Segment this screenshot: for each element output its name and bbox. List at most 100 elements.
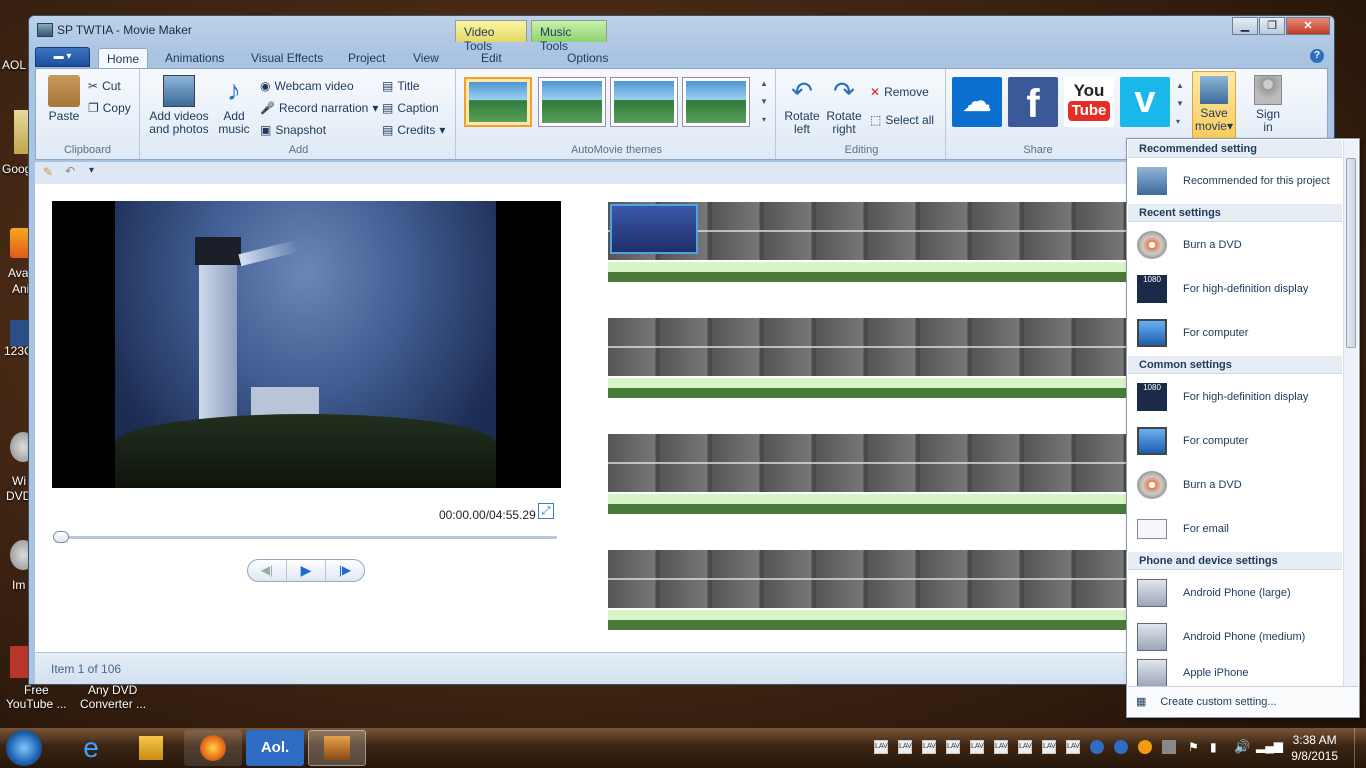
youtube-icon[interactable]: You Tube bbox=[1064, 77, 1114, 127]
copy-button[interactable]: ❐ Copy bbox=[88, 101, 131, 115]
play-button[interactable]: ▶ bbox=[286, 560, 326, 581]
clip-strip-4[interactable] bbox=[608, 550, 1128, 608]
update-tray-icon[interactable] bbox=[1138, 740, 1152, 754]
volume-icon[interactable]: 🔊 bbox=[1234, 739, 1250, 755]
customize-toolbar-icon[interactable]: ▾ bbox=[89, 165, 94, 176]
theme-thumbnail-2[interactable] bbox=[538, 77, 606, 127]
rotate-left-button[interactable]: ↶ Rotate left bbox=[782, 75, 822, 136]
aol-taskbar-button[interactable]: Aol. bbox=[246, 730, 304, 766]
title-button[interactable]: ▤ Title bbox=[382, 79, 420, 93]
sign-in-button[interactable]: Sign in bbox=[1248, 75, 1288, 134]
add-music-button[interactable]: ♪ Add music bbox=[214, 75, 254, 136]
paste-button[interactable]: Paste bbox=[44, 75, 84, 123]
theme-thumbnail-4[interactable] bbox=[682, 77, 750, 127]
usb-icon[interactable]: ▮ bbox=[1210, 740, 1217, 754]
menu-item-hd-display[interactable]: 1080 For high-definition display bbox=[1128, 375, 1342, 419]
menu-item-android-medium[interactable]: Android Phone (medium) bbox=[1128, 615, 1342, 659]
selected-clip[interactable] bbox=[610, 204, 698, 254]
desktop-label-im[interactable]: Im bbox=[12, 578, 25, 592]
audio-track-4[interactable] bbox=[608, 610, 1128, 630]
menu-item-email[interactable]: For email bbox=[1128, 507, 1342, 551]
file-menu-button[interactable]: ▬ ▾ bbox=[35, 47, 90, 67]
menu-item-recommended[interactable]: Recommended for this project bbox=[1128, 159, 1342, 203]
menu-item-hd-display-recent[interactable]: 1080 For high-definition display bbox=[1128, 267, 1342, 311]
next-frame-button[interactable]: |▶ bbox=[326, 560, 364, 581]
tab-view[interactable]: View bbox=[405, 48, 447, 68]
menu-item-android-large[interactable]: Android Phone (large) bbox=[1128, 571, 1342, 615]
movie-maker-app-icon[interactable] bbox=[37, 23, 53, 37]
lav-tray-icon[interactable]: LAV bbox=[1066, 740, 1080, 754]
desktop-label-ava[interactable]: Ava bbox=[8, 266, 28, 280]
menu-item-computer-recent[interactable]: For computer bbox=[1128, 311, 1342, 355]
tab-animations[interactable]: Animations bbox=[157, 48, 232, 68]
firefox-icon[interactable] bbox=[184, 730, 242, 766]
create-custom-setting[interactable]: ▦ Create custom setting... bbox=[1128, 686, 1358, 716]
remove-button[interactable]: ✕ Remove bbox=[870, 85, 929, 99]
close-button[interactable]: ✕ bbox=[1286, 17, 1330, 35]
fullscreen-icon[interactable]: ⤢ bbox=[538, 503, 554, 519]
show-desktop-button[interactable] bbox=[1354, 728, 1366, 768]
desktop-label-free[interactable]: Free bbox=[24, 683, 49, 697]
menu-item-apple-iphone[interactable]: Apple iPhone bbox=[1128, 659, 1342, 687]
clip-strip-3[interactable] bbox=[608, 434, 1128, 492]
cut-button[interactable]: ✂ Cut bbox=[88, 79, 121, 93]
menu-item-computer[interactable]: For computer bbox=[1128, 419, 1342, 463]
clip-strip-1[interactable] bbox=[608, 202, 1128, 260]
desktop-icon-aol[interactable]: AOL bbox=[2, 58, 26, 72]
previous-frame-button[interactable]: ◀| bbox=[248, 560, 286, 581]
gallery-scroll-icon[interactable]: ▲ ▼ ▾ bbox=[758, 75, 770, 129]
tab-options[interactable]: Options bbox=[559, 48, 616, 68]
maximize-button[interactable]: ❐ bbox=[1259, 17, 1285, 35]
webcam-video-button[interactable]: ◉ Webcam video bbox=[260, 79, 354, 93]
menu-item-burn-dvd[interactable]: Burn a DVD bbox=[1128, 463, 1342, 507]
menu-item-burn-dvd-recent[interactable]: Burn a DVD bbox=[1128, 223, 1342, 267]
aol-tray-icon[interactable] bbox=[1114, 740, 1128, 754]
credits-button[interactable]: ▤ Credits ▾ bbox=[382, 123, 445, 137]
rotate-right-button[interactable]: ↷ Rotate right bbox=[824, 75, 864, 136]
app-taskbar-button[interactable] bbox=[308, 730, 366, 766]
desktop-icon-google[interactable]: Goog bbox=[2, 162, 31, 176]
help-icon[interactable]: ? bbox=[1310, 49, 1324, 63]
lav-tray-icon[interactable]: LAV bbox=[970, 740, 984, 754]
lav-tray-icon[interactable]: LAV bbox=[994, 740, 1008, 754]
internet-explorer-icon[interactable]: e bbox=[62, 730, 120, 766]
audio-track-1[interactable] bbox=[608, 262, 1128, 282]
tab-visual-effects[interactable]: Visual Effects bbox=[243, 48, 331, 68]
movie-maker-taskbar-icon[interactable] bbox=[122, 730, 180, 766]
desktop-label-anydvd[interactable]: Any DVD bbox=[88, 683, 137, 697]
theme-thumbnail-1[interactable] bbox=[464, 77, 532, 127]
lav-tray-icon[interactable]: LAV bbox=[1042, 740, 1056, 754]
tab-edit[interactable]: Edit bbox=[473, 48, 510, 68]
vimeo-icon[interactable]: v bbox=[1120, 77, 1170, 127]
video-preview[interactable] bbox=[52, 201, 561, 488]
seek-bar[interactable] bbox=[53, 536, 557, 539]
flag-icon[interactable]: ⚑ bbox=[1188, 740, 1199, 754]
save-project-icon[interactable]: ✎ bbox=[43, 165, 53, 179]
seek-handle[interactable] bbox=[53, 531, 69, 543]
lav-tray-icon[interactable]: LAV bbox=[874, 740, 888, 754]
desktop-label-wi[interactable]: Wi bbox=[12, 474, 26, 488]
clip-strip-2[interactable] bbox=[608, 318, 1128, 376]
onedrive-icon[interactable]: ☁ bbox=[952, 77, 1002, 127]
menu-scrollbar[interactable] bbox=[1343, 140, 1358, 688]
tab-project[interactable]: Project bbox=[340, 48, 393, 68]
lav-tray-icon[interactable]: LAV bbox=[898, 740, 912, 754]
undo-icon[interactable]: ↶ bbox=[65, 164, 75, 178]
system-clock[interactable]: 3:38 AM 9/8/2015 bbox=[1291, 732, 1338, 764]
audio-track-3[interactable] bbox=[608, 494, 1128, 514]
network-device-tray-icon[interactable] bbox=[1162, 740, 1176, 754]
audio-track-2[interactable] bbox=[608, 378, 1128, 398]
snapshot-button[interactable]: ▣ Snapshot bbox=[260, 123, 326, 137]
tab-home[interactable]: Home bbox=[98, 48, 149, 68]
record-narration-button[interactable]: 🎤 Record narration ▾ bbox=[260, 101, 378, 115]
theme-thumbnail-3[interactable] bbox=[610, 77, 678, 127]
select-all-button[interactable]: ⬚ Select all bbox=[870, 113, 934, 127]
add-videos-button[interactable]: Add videos and photos bbox=[148, 75, 210, 136]
media-tray-icon[interactable] bbox=[1090, 740, 1104, 754]
lav-tray-icon[interactable]: LAV bbox=[922, 740, 936, 754]
start-button[interactable] bbox=[6, 730, 42, 766]
menu-scroll-thumb[interactable] bbox=[1346, 158, 1356, 348]
share-scroll-icon[interactable]: ▲ ▼ ▾ bbox=[1176, 77, 1186, 131]
caption-button[interactable]: ▤ Caption bbox=[382, 101, 439, 115]
minimize-button[interactable]: ▁ bbox=[1232, 17, 1258, 35]
